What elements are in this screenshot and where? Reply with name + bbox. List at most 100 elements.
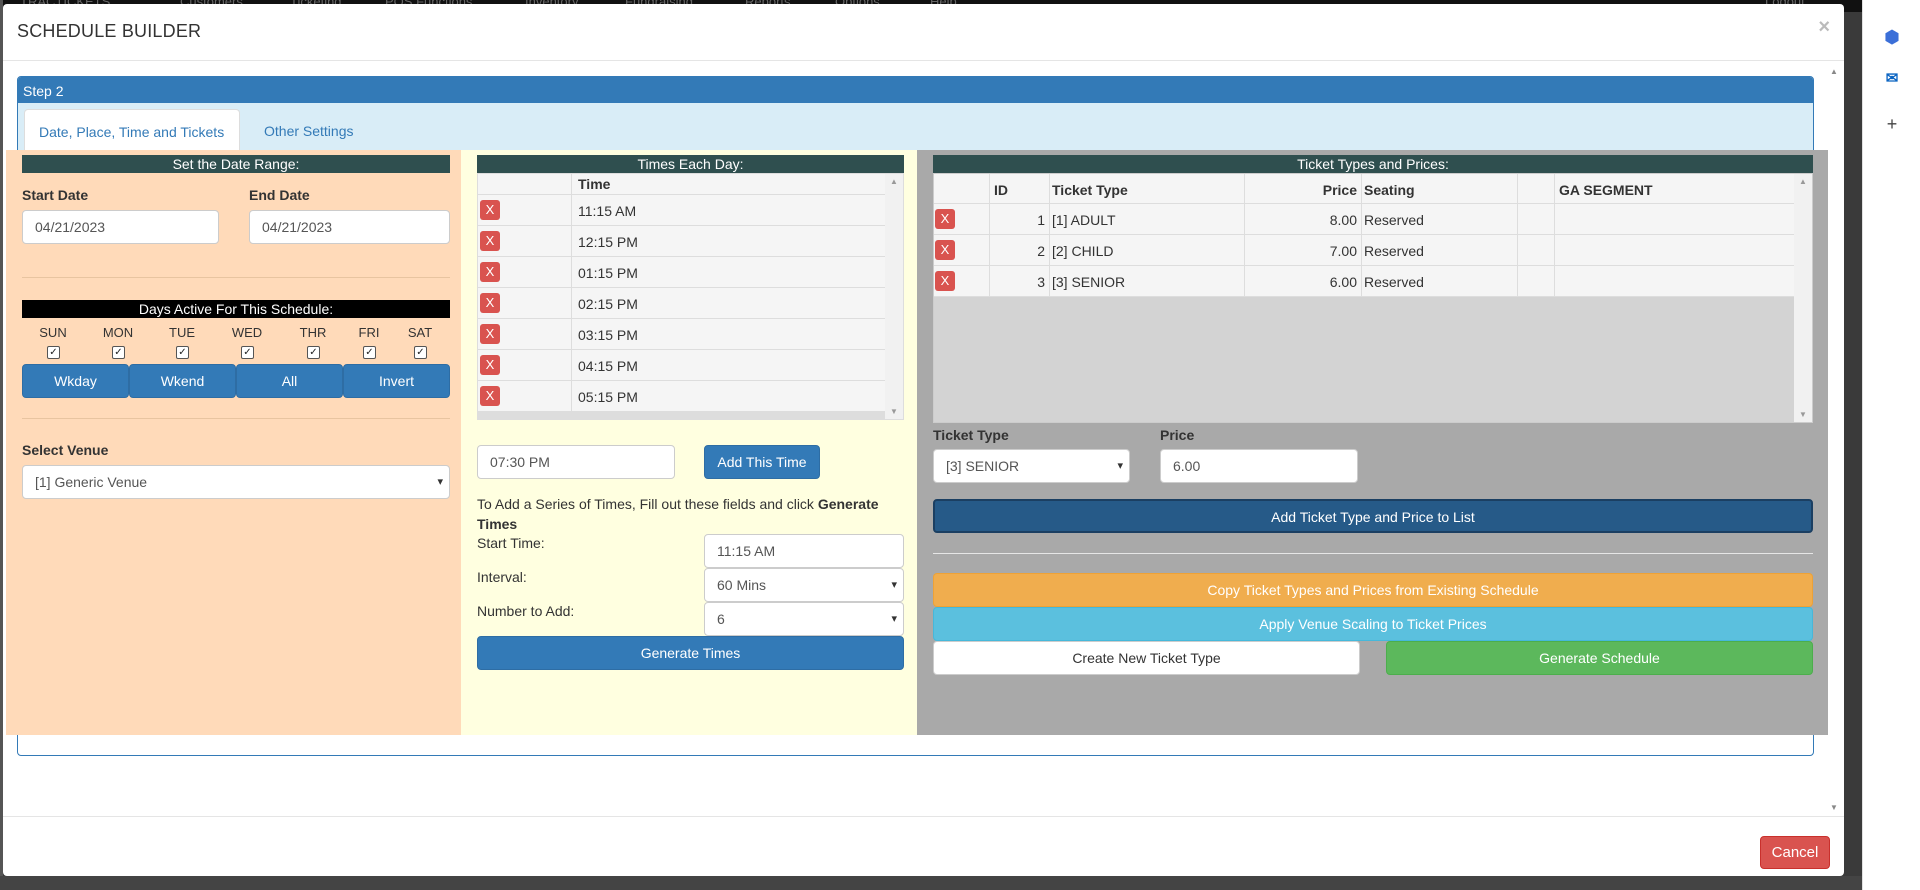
day-label-sun: SUN xyxy=(39,325,67,340)
close-icon[interactable]: × xyxy=(1818,16,1830,39)
all-days-button[interactable]: All xyxy=(236,364,343,398)
date-venue-column: Set the Date Range: Start Date End Date … xyxy=(6,150,461,735)
number-to-add-selected-value: 6 xyxy=(717,611,725,627)
day-label-fri: FRI xyxy=(358,325,380,340)
remove-time-button[interactable]: X xyxy=(480,200,500,220)
backdrop-bottom xyxy=(0,876,1862,890)
remove-time-button[interactable]: X xyxy=(480,262,500,282)
ticket-id: 2 xyxy=(990,235,1050,265)
start-date-input[interactable] xyxy=(22,210,219,244)
weekday-button[interactable]: Wkday xyxy=(22,364,129,398)
ticket-type-column-header: Ticket Type xyxy=(1050,174,1245,203)
remove-ticket-button[interactable]: X xyxy=(935,240,955,260)
invert-days-button[interactable]: Invert xyxy=(343,364,450,398)
remove-ticket-button[interactable]: X xyxy=(935,209,955,229)
apply-venue-scaling-button[interactable]: Apply Venue Scaling to Ticket Prices xyxy=(933,607,1813,641)
divider xyxy=(933,553,1813,554)
time-remove-cell: X xyxy=(478,381,572,412)
date-range-heading: Set the Date Range: xyxy=(22,155,450,173)
time-remove-cell: X xyxy=(478,195,572,226)
scroll-up-icon[interactable]: ▲ xyxy=(1799,177,1807,186)
ticket-blank-cell xyxy=(1518,204,1555,234)
ticket-seating: Reserved xyxy=(1362,204,1518,234)
ticket-price: 8.00 xyxy=(1245,204,1362,234)
chevron-down-icon: ▾ xyxy=(437,476,443,488)
interval-label: Interval: xyxy=(477,569,527,585)
scroll-down-icon[interactable]: ▼ xyxy=(1830,803,1838,812)
generate-times-button[interactable]: Generate Times xyxy=(477,636,904,670)
number-to-add-select[interactable]: 6 ▾ xyxy=(704,602,904,636)
end-date-label: End Date xyxy=(249,187,310,203)
copilot-icon[interactable]: ⬢ xyxy=(1881,26,1903,48)
day-checkbox-sat[interactable]: ✓ xyxy=(414,346,427,359)
interval-select[interactable]: 60 Mins ▾ xyxy=(704,568,904,602)
generate-schedule-button[interactable]: Generate Schedule xyxy=(1386,641,1813,675)
day-label-tue: TUE xyxy=(169,325,195,340)
horizontal-scrollbar[interactable] xyxy=(478,412,886,419)
ticket-price: 7.00 xyxy=(1245,235,1362,265)
time-remove-cell: X xyxy=(478,257,572,288)
time-value: 05:15 PM xyxy=(578,389,638,405)
create-ticket-type-button[interactable]: Create New Ticket Type xyxy=(933,641,1360,675)
remove-time-button[interactable]: X xyxy=(480,231,500,251)
ticket-type-selected-value: [3] SENIOR xyxy=(946,458,1020,474)
ticket-remove-cell: X xyxy=(934,235,990,265)
time-row: X 01:15 PM xyxy=(478,257,886,288)
remove-time-button[interactable]: X xyxy=(480,324,500,344)
tab-other-settings[interactable]: Other Settings xyxy=(250,109,368,151)
time-row: X 04:15 PM xyxy=(478,350,886,381)
ticket-table-scrollbar[interactable]: ▲ ▼ xyxy=(1794,174,1812,422)
series-instructions-text: To Add a Series of Times, Fill out these… xyxy=(477,496,814,512)
days-active-heading: Days Active For This Schedule: xyxy=(22,300,450,318)
ticket-type: [2] CHILD xyxy=(1050,235,1245,265)
time-value: 04:15 PM xyxy=(578,358,638,374)
cancel-button[interactable]: Cancel xyxy=(1760,836,1830,869)
times-table: Time X 11:15 AM X 12:15 PM X 01:15 PM X … xyxy=(477,173,904,420)
ticket-type: [1] ADULT xyxy=(1050,204,1245,234)
ticket-type-select[interactable]: [3] SENIOR ▾ xyxy=(933,449,1130,483)
ticket-row: X 3 [3] SENIOR 6.00 Reserved xyxy=(934,266,1796,297)
outlook-icon[interactable]: ✉ xyxy=(1881,68,1903,90)
remove-ticket-button[interactable]: X xyxy=(935,271,955,291)
time-row: X 11:15 AM xyxy=(478,195,886,226)
add-ticket-type-button[interactable]: Add Ticket Type and Price to List xyxy=(933,499,1813,533)
time-remove-cell: X xyxy=(478,350,572,381)
times-column: Times Each Day: Time X 11:15 AM X 12:15 … xyxy=(461,150,917,735)
venue-select[interactable]: [1] Generic Venue ▾ xyxy=(22,465,450,499)
times-scrollbar[interactable]: ▲ ▼ xyxy=(885,174,903,419)
copy-ticket-types-button[interactable]: Copy Ticket Types and Prices from Existi… xyxy=(933,573,1813,607)
series-instructions: To Add a Series of Times, Fill out these… xyxy=(477,494,897,534)
weekend-button[interactable]: Wkend xyxy=(129,364,236,398)
header-blank-cell xyxy=(934,174,990,203)
ticket-row: X 1 [1] ADULT 8.00 Reserved xyxy=(934,204,1796,235)
scroll-up-icon[interactable]: ▲ xyxy=(890,177,898,186)
scroll-down-icon[interactable]: ▼ xyxy=(1799,410,1807,419)
time-remove-cell: X xyxy=(478,288,572,319)
scroll-down-icon[interactable]: ▼ xyxy=(890,407,898,416)
ticket-ga-segment xyxy=(1555,266,1796,296)
time-row: X 12:15 PM xyxy=(478,226,886,257)
remove-time-button[interactable]: X xyxy=(480,293,500,313)
remove-time-button[interactable]: X xyxy=(480,386,500,406)
add-time-button[interactable]: Add This Time xyxy=(704,445,820,479)
ticket-blank-cell xyxy=(1518,266,1555,296)
price-input[interactable] xyxy=(1160,449,1358,483)
start-time-input[interactable] xyxy=(704,534,904,568)
day-checkbox-sun[interactable]: ✓ xyxy=(47,346,60,359)
day-checkbox-mon[interactable]: ✓ xyxy=(112,346,125,359)
end-date-input[interactable] xyxy=(249,210,450,244)
day-checkbox-wed[interactable]: ✓ xyxy=(241,346,254,359)
day-checkbox-thr[interactable]: ✓ xyxy=(307,346,320,359)
new-time-input[interactable] xyxy=(477,445,675,479)
day-checkbox-fri[interactable]: ✓ xyxy=(363,346,376,359)
ticket-type-label: Ticket Type xyxy=(933,427,1009,443)
scroll-up-icon[interactable]: ▲ xyxy=(1830,67,1838,76)
day-label-wed: WED xyxy=(231,325,263,340)
time-remove-cell: X xyxy=(478,226,572,257)
remove-time-button[interactable]: X xyxy=(480,355,500,375)
ticket-type: [3] SENIOR xyxy=(1050,266,1245,296)
day-checkbox-tue[interactable]: ✓ xyxy=(176,346,189,359)
add-icon[interactable]: + xyxy=(1881,113,1903,135)
time-row: X 02:15 PM xyxy=(478,288,886,319)
tab-date-place-time[interactable]: Date, Place, Time and Tickets xyxy=(24,109,240,151)
